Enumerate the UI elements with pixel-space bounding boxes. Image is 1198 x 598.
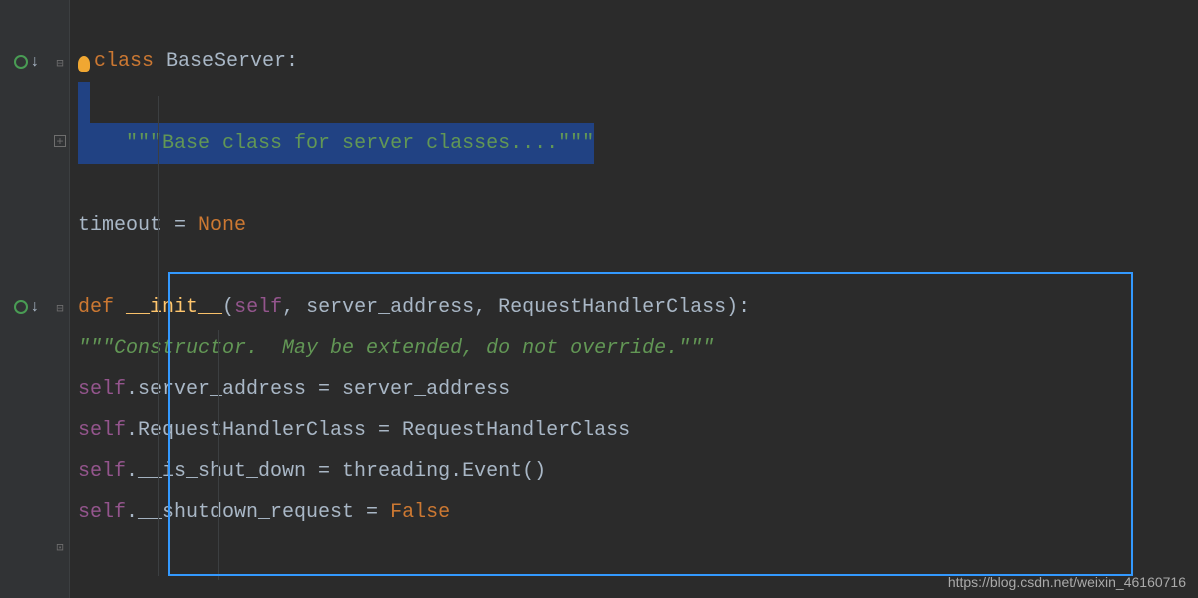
code-line[interactable]: """Constructor. May be extended, do not … bbox=[70, 328, 1198, 369]
assignment: .RequestHandlerClass = RequestHandlerCla… bbox=[126, 419, 630, 442]
code-line[interactable]: self.__shutdown_request = False bbox=[70, 492, 1198, 533]
self-ref: self bbox=[78, 419, 126, 442]
code-line[interactable]: timeout = None bbox=[70, 205, 1198, 246]
code-line[interactable]: self.__is_shut_down = threading.Event() bbox=[70, 451, 1198, 492]
attribute: timeout bbox=[78, 214, 162, 237]
blank-line bbox=[70, 246, 1198, 287]
indent-guide bbox=[218, 330, 219, 580]
code-editor[interactable]: class BaseServer: """Base class for serv… bbox=[70, 0, 1198, 598]
docstring-quote: """ bbox=[126, 132, 162, 155]
keyword: def bbox=[78, 296, 114, 319]
docstring-text: Base class for server classes.... bbox=[162, 132, 558, 155]
constant: False bbox=[390, 501, 450, 524]
fold-expand-icon[interactable]: + bbox=[54, 135, 66, 147]
fold-collapse-icon[interactable]: ⊟ bbox=[54, 58, 66, 70]
self-param: self bbox=[234, 296, 282, 319]
function-name: __init__ bbox=[114, 296, 222, 319]
self-ref: self bbox=[78, 378, 126, 401]
watermark: https://blog.csdn.net/weixin_46160716 bbox=[948, 574, 1186, 590]
code-line[interactable]: def __init__(self, server_address, Reque… bbox=[70, 287, 1198, 328]
operator: = bbox=[162, 214, 198, 237]
constant: None bbox=[198, 214, 246, 237]
self-ref: self bbox=[78, 501, 126, 524]
docstring-quote: """ bbox=[558, 132, 594, 155]
class-name: BaseServer: bbox=[154, 50, 298, 73]
assignment: .server_address = server_address bbox=[126, 378, 510, 401]
selection: """Base class for server classes....""" bbox=[78, 123, 594, 164]
keyword: class bbox=[94, 50, 154, 73]
intention-bulb-icon[interactable] bbox=[78, 56, 90, 72]
override-icon[interactable]: ↓ bbox=[14, 55, 40, 69]
gutter: ↓ ↓ ⊟ + ⊟ ⊡ bbox=[0, 0, 70, 598]
code-line[interactable]: self.RequestHandlerClass = RequestHandle… bbox=[70, 410, 1198, 451]
fold-collapse-icon[interactable]: ⊟ bbox=[54, 303, 66, 315]
assignment: .__is_shut_down = threading.Event() bbox=[126, 460, 546, 483]
code-line[interactable]: """Base class for server classes....""" bbox=[70, 123, 1198, 164]
docstring-text: Constructor. May be extended, do not ove… bbox=[114, 337, 678, 360]
blank-line bbox=[70, 164, 1198, 205]
indent-guide bbox=[158, 96, 159, 576]
parameters: , server_address, RequestHandlerClass): bbox=[282, 296, 750, 319]
docstring-quote: """ bbox=[678, 337, 714, 360]
fold-end-icon[interactable]: ⊡ bbox=[54, 542, 66, 554]
override-icon[interactable]: ↓ bbox=[14, 300, 40, 314]
code-line[interactable]: class BaseServer: bbox=[70, 41, 1198, 82]
self-ref: self bbox=[78, 460, 126, 483]
assignment: .__shutdown_request = bbox=[126, 501, 390, 524]
selection bbox=[78, 82, 90, 123]
blank-line bbox=[70, 0, 1198, 41]
code-line[interactable] bbox=[70, 82, 1198, 123]
docstring-quote: """ bbox=[78, 337, 114, 360]
code-line[interactable]: self.server_address = server_address bbox=[70, 369, 1198, 410]
